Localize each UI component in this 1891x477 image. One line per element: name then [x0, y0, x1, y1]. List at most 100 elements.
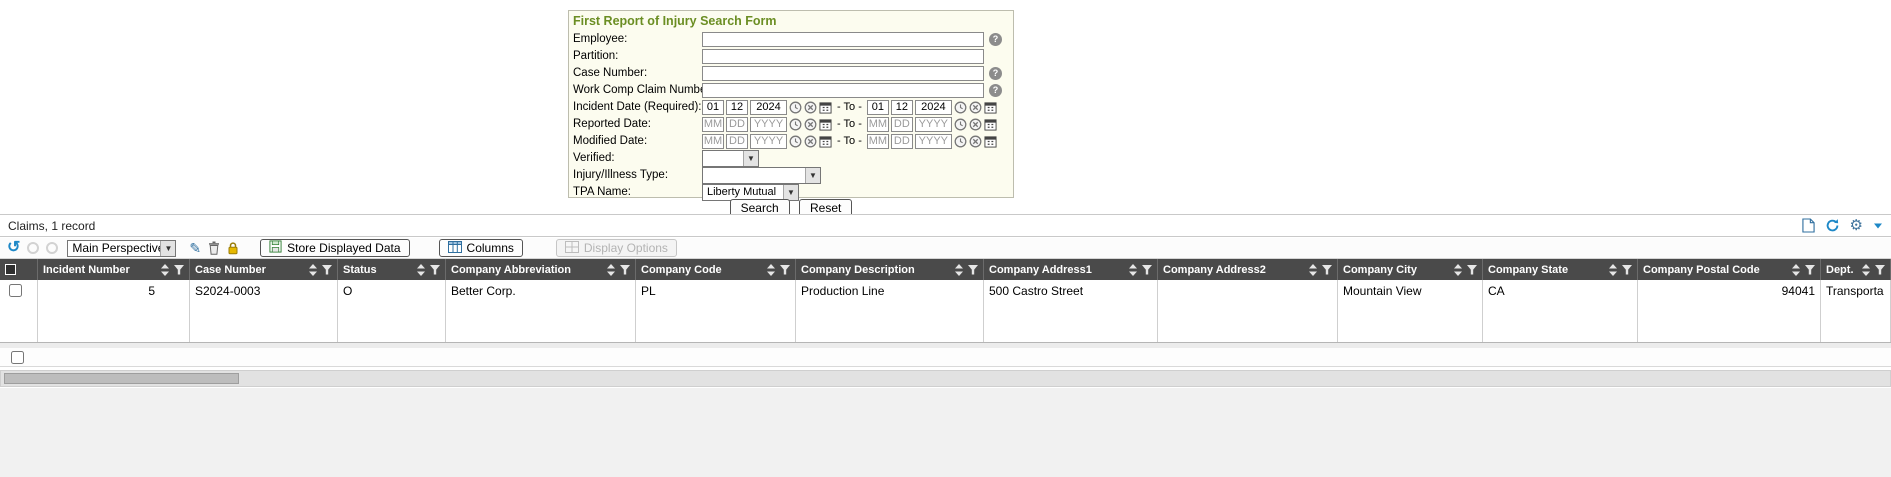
filter-icon[interactable]	[620, 265, 630, 275]
modified-from-year-input[interactable]	[750, 134, 787, 149]
filter-icon[interactable]	[968, 265, 978, 275]
incident-to-year-input[interactable]	[915, 100, 952, 115]
calendar-icon[interactable]	[984, 135, 997, 148]
filter-icon[interactable]	[780, 265, 790, 275]
select-all-header-cell[interactable]	[0, 259, 38, 280]
delete-perspective-icon[interactable]	[208, 241, 220, 255]
column-header-company-abbreviation[interactable]: Company Abbreviation	[446, 259, 636, 280]
row-checkbox[interactable]	[9, 284, 22, 297]
filter-icon[interactable]	[1467, 265, 1477, 275]
clear-date-icon[interactable]	[969, 118, 982, 131]
sort-icon[interactable]	[955, 264, 963, 276]
calendar-icon[interactable]	[984, 101, 997, 114]
column-header-company-address2[interactable]: Company Address2	[1158, 259, 1338, 280]
sort-icon[interactable]	[1454, 264, 1462, 276]
filter-icon[interactable]	[430, 265, 440, 275]
reported-to-day-input[interactable]	[891, 117, 913, 132]
column-header-company-postal-code[interactable]: Company Postal Code	[1638, 259, 1821, 280]
case-number-input[interactable]	[702, 66, 984, 81]
calendar-icon[interactable]	[819, 135, 832, 148]
help-icon[interactable]: ?	[989, 33, 1002, 46]
sort-icon[interactable]	[417, 264, 425, 276]
sort-icon[interactable]	[309, 264, 317, 276]
clock-icon[interactable]	[789, 118, 802, 131]
gear-icon[interactable]: ⚙	[1850, 218, 1863, 233]
modified-to-month-input[interactable]	[867, 134, 889, 149]
filter-icon[interactable]	[1322, 265, 1332, 275]
column-header-company-address1[interactable]: Company Address1	[984, 259, 1158, 280]
column-header-status[interactable]: Status	[338, 259, 446, 280]
column-header-company-code[interactable]: Company Code	[636, 259, 796, 280]
work-comp-claim-number-input[interactable]	[702, 83, 984, 98]
refresh-icon[interactable]	[1825, 218, 1840, 233]
incident-from-year-input[interactable]	[750, 100, 787, 115]
clock-icon[interactable]	[789, 101, 802, 114]
clock-icon[interactable]	[954, 118, 967, 131]
select-all-checkbox[interactable]	[5, 264, 16, 275]
calendar-icon[interactable]	[984, 118, 997, 131]
clock-icon[interactable]	[954, 135, 967, 148]
filter-icon[interactable]	[1875, 265, 1885, 275]
horizontal-scrollbar[interactable]	[0, 370, 1891, 387]
calendar-icon[interactable]	[819, 118, 832, 131]
sort-icon[interactable]	[1309, 264, 1317, 276]
modified-to-day-input[interactable]	[891, 134, 913, 149]
filter-icon[interactable]	[1142, 265, 1152, 275]
modified-from-month-input[interactable]	[702, 134, 724, 149]
column-header-case-number[interactable]: Case Number	[190, 259, 338, 280]
sort-icon[interactable]	[161, 264, 169, 276]
reported-to-year-input[interactable]	[915, 117, 952, 132]
reported-from-day-input[interactable]	[726, 117, 748, 132]
collapse-arrow-icon[interactable]	[1873, 222, 1883, 230]
tpa-name-select[interactable]: Liberty Mutual ▼	[702, 184, 799, 201]
help-icon[interactable]: ?	[989, 84, 1002, 97]
column-header-company-city[interactable]: Company City	[1338, 259, 1483, 280]
clock-icon[interactable]	[954, 101, 967, 114]
sort-icon[interactable]	[607, 264, 615, 276]
column-header-dept-id[interactable]: Dept. ID	[1821, 259, 1891, 280]
sort-icon[interactable]	[1862, 264, 1870, 276]
sort-icon[interactable]	[1792, 264, 1800, 276]
filter-icon[interactable]	[322, 265, 332, 275]
clear-date-icon[interactable]	[804, 135, 817, 148]
perspective-select[interactable]: Main Perspective ▼	[67, 240, 176, 257]
incident-from-month-input[interactable]	[702, 100, 724, 115]
calendar-icon[interactable]	[819, 101, 832, 114]
verified-select[interactable]: ▼	[702, 150, 759, 167]
undo-icon[interactable]: ↺	[7, 240, 20, 256]
scrollbar-thumb[interactable]	[4, 373, 239, 384]
filter-icon[interactable]	[1622, 265, 1632, 275]
clear-date-icon[interactable]	[969, 135, 982, 148]
filter-icon[interactable]	[174, 265, 184, 275]
modified-from-day-input[interactable]	[726, 134, 748, 149]
sort-icon[interactable]	[1129, 264, 1137, 276]
table-row[interactable]: 5 S2024-0003 O Better Corp. PL Productio…	[0, 280, 1891, 343]
clear-date-icon[interactable]	[804, 101, 817, 114]
edit-perspective-icon[interactable]: ✎	[189, 241, 201, 255]
clear-date-icon[interactable]	[969, 101, 982, 114]
help-icon[interactable]: ?	[989, 67, 1002, 80]
new-document-icon[interactable]	[1802, 218, 1815, 233]
incident-from-day-input[interactable]	[726, 100, 748, 115]
reported-from-year-input[interactable]	[750, 117, 787, 132]
reported-from-month-input[interactable]	[702, 117, 724, 132]
column-header-company-state[interactable]: Company State	[1483, 259, 1638, 280]
footer-checkbox[interactable]	[11, 351, 24, 364]
columns-button[interactable]: Columns	[439, 239, 523, 257]
incident-to-month-input[interactable]	[867, 100, 889, 115]
employee-input[interactable]	[702, 32, 984, 47]
column-header-incident-number[interactable]: Incident Number	[38, 259, 190, 280]
sort-icon[interactable]	[1609, 264, 1617, 276]
injury-type-select[interactable]: ▼	[702, 167, 821, 184]
clear-date-icon[interactable]	[804, 118, 817, 131]
store-displayed-data-button[interactable]: Store Displayed Data	[260, 239, 409, 257]
reported-to-month-input[interactable]	[867, 117, 889, 132]
filter-icon[interactable]	[1805, 265, 1815, 275]
modified-to-year-input[interactable]	[915, 134, 952, 149]
lock-icon[interactable]	[227, 241, 239, 255]
clock-icon[interactable]	[789, 135, 802, 148]
sort-icon[interactable]	[767, 264, 775, 276]
incident-to-day-input[interactable]	[891, 100, 913, 115]
column-header-company-description[interactable]: Company Description	[796, 259, 984, 280]
partition-input[interactable]	[702, 49, 984, 64]
